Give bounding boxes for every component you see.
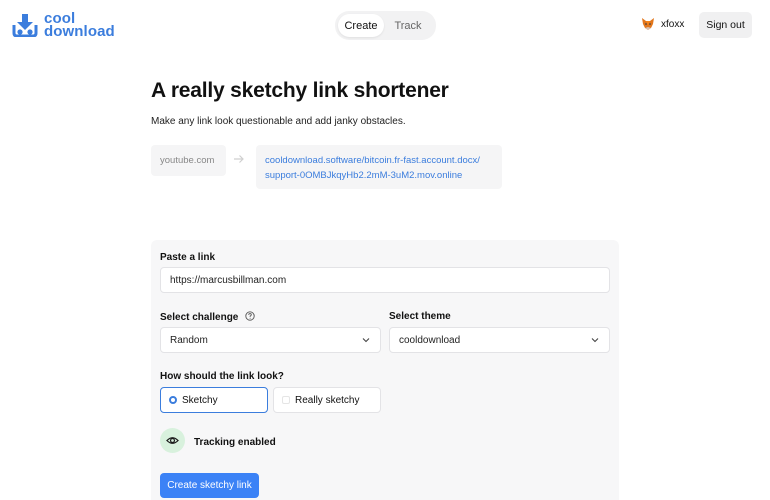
challenge-label: Select challenge — [160, 311, 255, 323]
example-short-link: youtube.com — [151, 145, 226, 176]
chevron-down-icon — [591, 338, 599, 343]
logo-line-2: download — [44, 23, 115, 40]
page-title: A really sketchy link shortener — [151, 79, 449, 102]
logo[interactable]: cool download — [12, 11, 115, 40]
username: xfoxx — [661, 18, 685, 30]
create-link-button[interactable]: Create sketchy link — [160, 473, 259, 498]
theme-select-value: cooldownload — [399, 334, 461, 346]
page-subtitle: Make any link look questionable and add … — [151, 116, 406, 127]
look-option-sketchy[interactable]: Sketchy — [160, 387, 268, 413]
chevron-down-icon — [362, 338, 370, 343]
example-long-link: cooldownload.software/bitcoin.fr-fast.ac… — [256, 145, 502, 189]
radio-unselected-icon — [282, 396, 290, 404]
theme-label: Select theme — [389, 311, 451, 322]
example-long-line-1: cooldownload.software/bitcoin.fr-fast.ac… — [265, 155, 480, 166]
link-input-label: Paste a link — [160, 252, 216, 263]
tracking-label: Tracking enabled — [194, 437, 276, 448]
link-input[interactable]: https://marcusbillman.com — [160, 267, 610, 293]
sign-out-button[interactable]: Sign out — [699, 12, 752, 38]
download-tray-icon — [12, 14, 38, 37]
look-option-label: Really sketchy — [295, 394, 360, 406]
challenge-select-value: Random — [170, 334, 208, 346]
example-long-line-2: support-0OMBJkqyHb2.2mM-3uM2.mov.online — [265, 170, 463, 181]
tracking-toggle[interactable] — [160, 428, 185, 453]
eye-icon — [166, 437, 179, 444]
challenge-label-text: Select challenge — [160, 312, 239, 323]
help-circle-icon[interactable] — [245, 311, 255, 321]
arrow-right-icon — [234, 155, 244, 163]
challenge-select[interactable]: Random — [160, 327, 381, 353]
logo-text: cool download — [44, 11, 115, 40]
look-label: How should the link look? — [160, 371, 284, 382]
radio-selected-icon — [169, 396, 177, 404]
user-info: xfoxx — [641, 17, 684, 31]
look-option-really-sketchy[interactable]: Really sketchy — [273, 387, 381, 413]
nav-tabs: Create Track — [335, 11, 436, 40]
tab-track[interactable]: Track — [384, 14, 432, 37]
theme-select[interactable]: cooldownload — [389, 327, 610, 353]
tab-create[interactable]: Create — [338, 14, 384, 37]
fox-icon — [642, 18, 654, 30]
look-option-label: Sketchy — [182, 394, 218, 406]
